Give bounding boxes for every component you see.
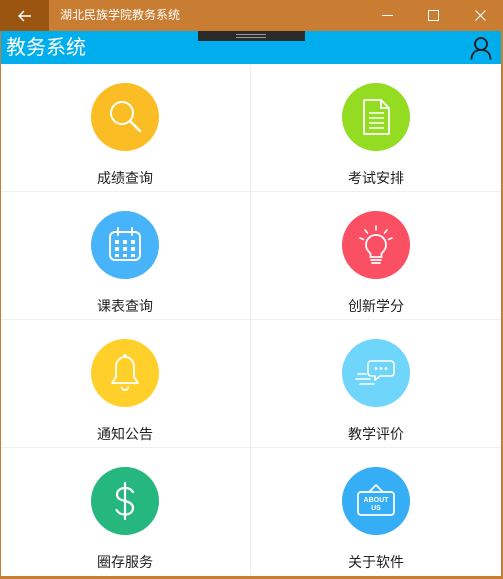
tile-timetable-query[interactable]: 课表查询 xyxy=(0,192,250,319)
window-frame-left xyxy=(0,31,1,579)
tile-label: 课表查询 xyxy=(97,299,153,315)
notices-icon-circle xyxy=(91,339,159,407)
calendar-icon xyxy=(109,227,141,261)
tile-label: 通知公告 xyxy=(97,427,153,443)
about-sign-icon: ABOUT US xyxy=(357,484,395,516)
user-profile-button[interactable] xyxy=(466,33,496,63)
tile-teaching-evaluation[interactable]: 教学评价 xyxy=(251,320,501,447)
deposit-icon-circle xyxy=(91,467,159,535)
tile-innovation-credits[interactable]: 创新学分 xyxy=(251,192,501,319)
about-sign-text: ABOUT xyxy=(364,497,390,504)
grade-query-icon-circle xyxy=(91,83,159,151)
window-titlebar: 湖北民族学院教务系统 xyxy=(0,0,503,31)
back-arrow-icon xyxy=(17,10,31,21)
tile-notices[interactable]: 通知公告 xyxy=(0,320,250,447)
tile-label: 关于软件 xyxy=(348,555,404,571)
bell-icon xyxy=(111,353,139,391)
close-button[interactable] xyxy=(457,0,503,31)
magnifier-icon xyxy=(110,101,142,133)
tile-grade-query[interactable]: 成绩查询 xyxy=(0,64,250,191)
tile-exam-schedule[interactable]: 考试安排 xyxy=(251,64,501,191)
tile-label: 考试安排 xyxy=(348,171,404,187)
user-icon xyxy=(470,37,492,60)
tile-label: 教学评价 xyxy=(348,427,404,443)
maximize-button[interactable] xyxy=(410,0,456,31)
tile-label: 成绩查询 xyxy=(97,171,153,187)
menu-grid: 成绩查询 考试安排 课表查询 创新学分 通知公告 教学评价 圈存服务 ABOUT… xyxy=(0,64,501,576)
close-icon xyxy=(474,10,486,21)
innovation-icon-circle xyxy=(342,211,410,279)
document-icon xyxy=(363,99,390,135)
back-button[interactable] xyxy=(0,0,49,31)
lightbulb-icon xyxy=(359,225,393,264)
tile-card-deposit[interactable]: 圈存服务 xyxy=(0,448,250,576)
tile-about-software[interactable]: ABOUT US 关于软件 xyxy=(251,448,501,576)
about-sign-text: US xyxy=(371,505,381,512)
window-title: 湖北民族学院教务系统 xyxy=(60,8,181,22)
timetable-icon-circle xyxy=(91,211,159,279)
exam-schedule-icon-circle xyxy=(342,83,410,151)
chat-icon xyxy=(355,360,395,385)
minimize-icon xyxy=(381,15,393,16)
minimize-button[interactable] xyxy=(364,0,410,31)
dollar-icon xyxy=(115,481,135,521)
tile-label: 创新学分 xyxy=(348,299,404,315)
app-title: 教务系统 xyxy=(6,35,86,59)
evaluation-icon-circle xyxy=(342,339,410,407)
drag-handle[interactable] xyxy=(198,31,305,41)
tile-label: 圈存服务 xyxy=(97,555,153,571)
maximize-icon xyxy=(427,10,439,21)
about-icon-circle: ABOUT US xyxy=(342,467,410,535)
